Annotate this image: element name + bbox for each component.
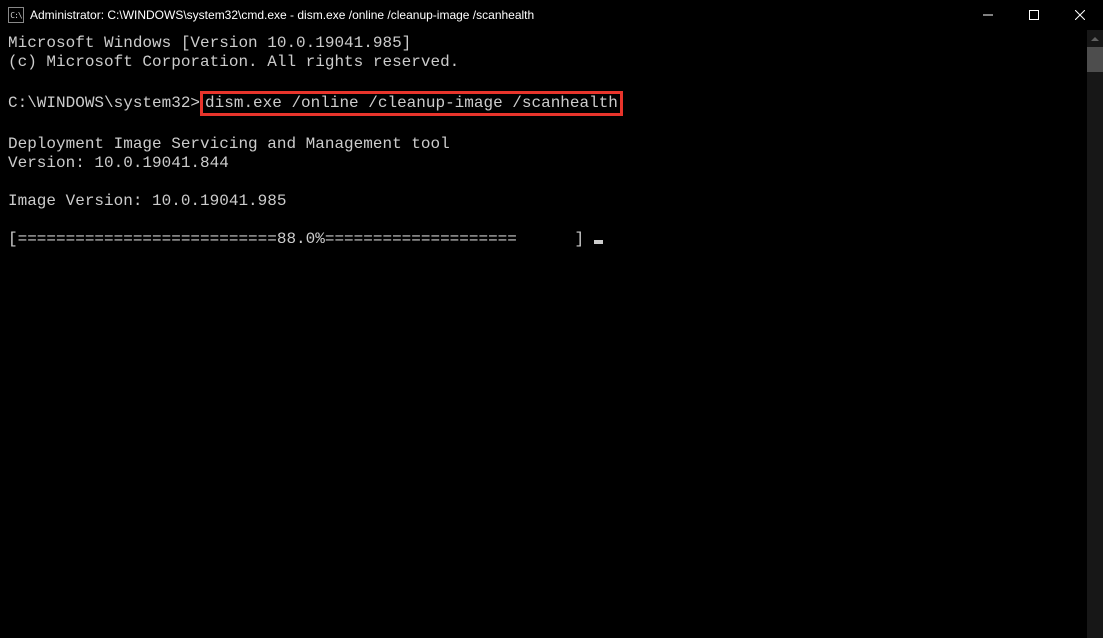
image-version-line: Image Version: 10.0.19041.985 [8,192,286,210]
cursor [594,240,603,244]
scrollbar-thumb[interactable] [1087,47,1103,72]
scrollbar-up-button[interactable] [1087,30,1103,47]
scrollbar[interactable] [1087,30,1103,638]
version-line: Microsoft Windows [Version 10.0.19041.98… [8,34,411,52]
maximize-icon [1029,10,1039,20]
content-wrapper: Microsoft Windows [Version 10.0.19041.98… [0,30,1103,638]
progress-bar-text: [===========================88.0%=======… [8,230,594,248]
dism-version-line: Version: 10.0.19041.844 [8,154,229,172]
close-button[interactable] [1057,0,1103,30]
maximize-button[interactable] [1011,0,1057,30]
terminal-output[interactable]: Microsoft Windows [Version 10.0.19041.98… [0,30,1087,638]
command-highlight: dism.exe /online /cleanup-image /scanhea… [200,91,623,116]
cmd-window: C:\ Administrator: C:\WINDOWS\system32\c… [0,0,1103,638]
prompt-prefix: C:\WINDOWS\system32> [8,94,200,112]
command-text: dism.exe /online /cleanup-image /scanhea… [205,94,618,112]
window-title: Administrator: C:\WINDOWS\system32\cmd.e… [30,8,965,22]
chevron-up-icon [1091,37,1099,41]
window-controls [965,0,1103,30]
close-icon [1075,10,1085,20]
copyright-line: (c) Microsoft Corporation. All rights re… [8,53,459,71]
cmd-icon: C:\ [8,7,24,23]
dism-tool-line: Deployment Image Servicing and Managemen… [8,135,450,153]
titlebar[interactable]: C:\ Administrator: C:\WINDOWS\system32\c… [0,0,1103,30]
minimize-button[interactable] [965,0,1011,30]
minimize-icon [983,10,993,20]
